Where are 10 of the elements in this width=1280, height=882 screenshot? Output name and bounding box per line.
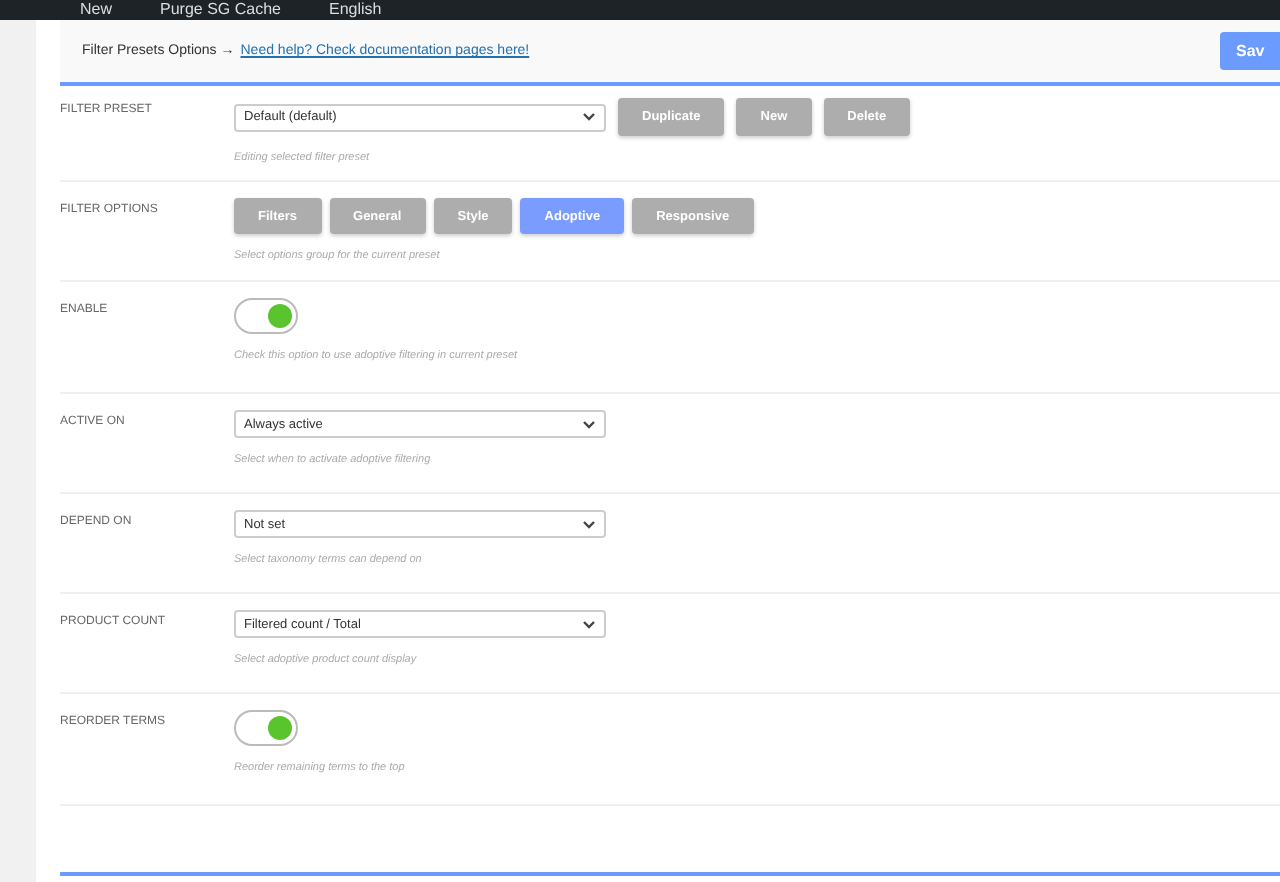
toggle-switch[interactable] — [234, 710, 298, 746]
admin-bar-item[interactable]: Purge SG Cache — [160, 0, 281, 20]
admin-bar-item[interactable]: English — [329, 0, 382, 20]
toggle-switch[interactable] — [234, 298, 298, 334]
chevron-down-icon — [582, 619, 596, 629]
admin-bar-item[interactable]: New — [80, 0, 113, 20]
chevron-down-icon — [582, 519, 596, 529]
save-button[interactable]: Sav — [1220, 32, 1280, 70]
chevron-down-icon — [582, 112, 596, 122]
chevron-down-icon — [582, 419, 596, 429]
